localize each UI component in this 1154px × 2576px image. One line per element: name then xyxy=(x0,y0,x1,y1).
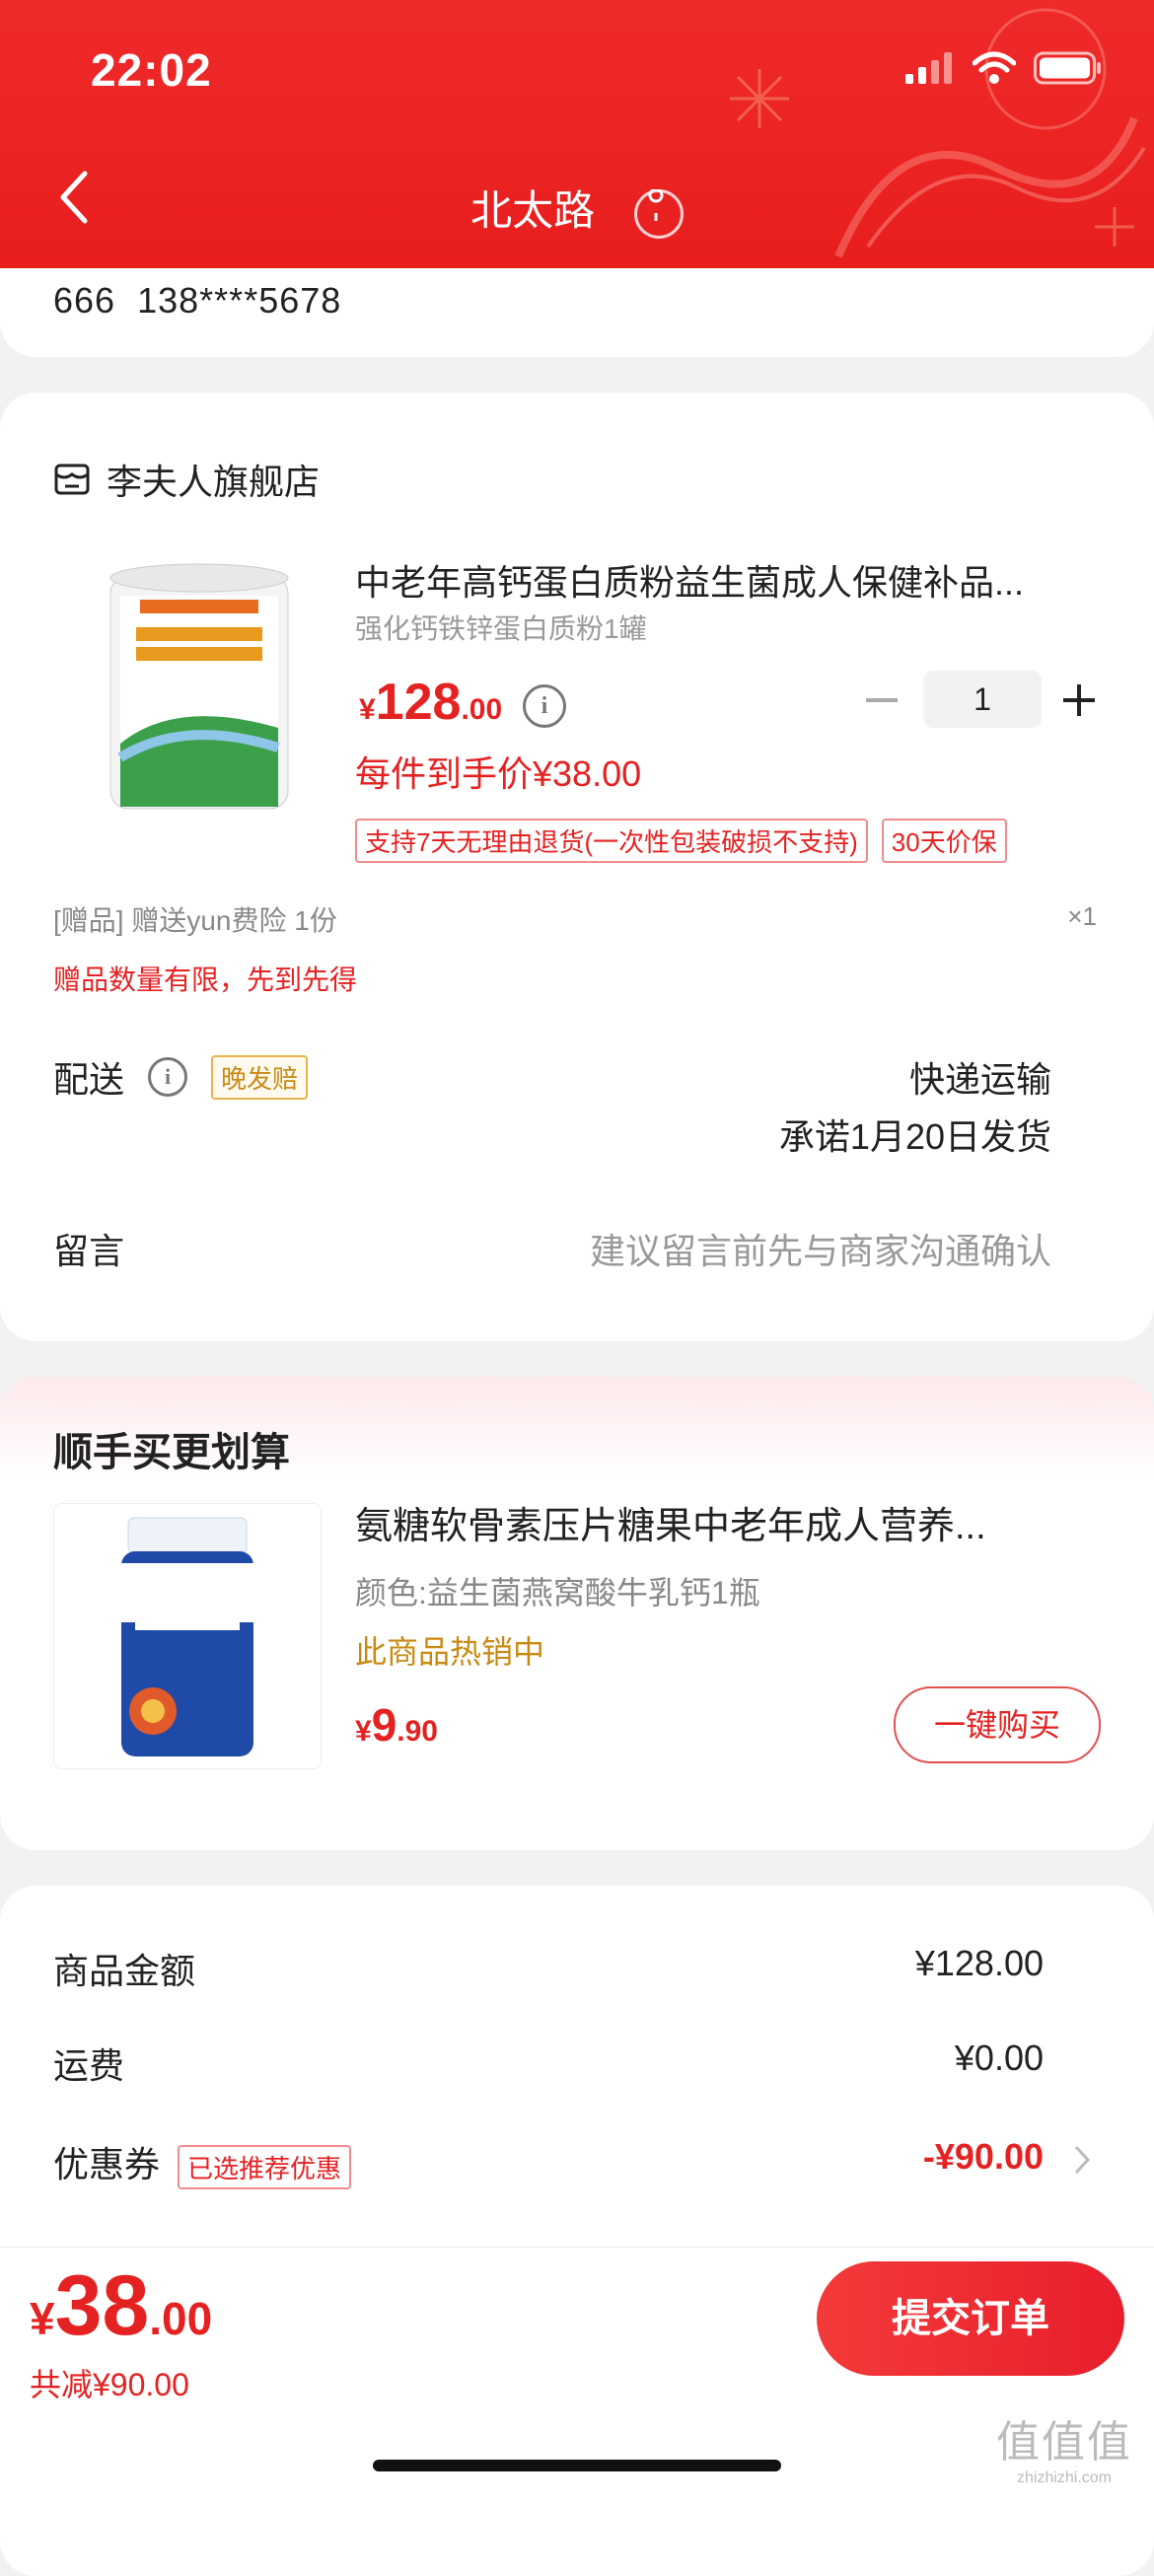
product-spec[interactable]: 强化钙铁锌蛋白质粉1罐 xyxy=(355,608,647,647)
watermark-url: zhizhizhi.com xyxy=(1016,2469,1113,2486)
upsell-product-image[interactable] xyxy=(53,1503,322,1769)
signal-icon xyxy=(905,52,952,84)
shipping-promise: 承诺1月20日发货 xyxy=(778,1116,1051,1157)
upsell-title: 顺手买更划算 xyxy=(53,1431,290,1474)
battery-icon xyxy=(1034,51,1101,85)
address-contact: 666 138****5678 xyxy=(53,280,341,322)
goods-amount-label: 商品金额 xyxy=(53,1951,196,1991)
wifi-icon xyxy=(973,51,1016,84)
coupon-value[interactable]: -¥90.00 xyxy=(923,2136,1044,2178)
shipping-method: 快递运输 xyxy=(908,1059,1051,1100)
upsell-product-spec: 颜色:益生菌燕窝酸牛乳钙1瓶 xyxy=(355,1575,760,1610)
total-saved: 共减¥90.00 xyxy=(30,2367,189,2402)
nav-title: 北太路 xyxy=(0,178,1154,239)
nav-title-text: 北太路 xyxy=(470,187,596,234)
final-unit-price: 每件到手价¥38.00 xyxy=(355,753,642,794)
address-name: 666 xyxy=(53,280,116,321)
chevron-right-icon[interactable] xyxy=(1073,2144,1091,2176)
header: 22:02 北太路 xyxy=(0,0,1154,268)
status-icons xyxy=(905,51,1103,85)
quantity-value[interactable]: 1 xyxy=(923,671,1042,728)
coupon-tag: 已选推荐优惠 xyxy=(178,2144,352,2189)
upsell-price-currency: ¥ xyxy=(355,1715,372,1748)
total-int: 38 xyxy=(54,2258,150,2353)
address-phone: 138****5678 xyxy=(137,280,342,321)
total-price: ¥38.00 xyxy=(30,2257,212,2355)
service-tags: 支持7天无理由退货(一次性包装破损不支持) 30天价保 xyxy=(355,819,1007,863)
quantity-minus-button[interactable] xyxy=(866,698,898,702)
message-label: 留言 xyxy=(53,1231,125,1271)
product-price-currency: ¥ xyxy=(359,693,376,726)
watermark-logo: 值值值 xyxy=(996,2418,1132,2467)
shipping-label: 配送 xyxy=(53,1059,125,1100)
product-price: ¥128.00 xyxy=(359,673,502,732)
home-indicator[interactable] xyxy=(373,2460,781,2471)
order-card: 李夫人旗舰店 中老年高钙蛋白质粉益生菌成人保健补品... 强化钙铁锌蛋白质粉1罐… xyxy=(0,393,1154,1341)
return-policy-tag: 支持7天无理由退货(一次性包装破损不支持) xyxy=(355,819,868,863)
upsell-hot-label: 此商品热销中 xyxy=(355,1634,545,1670)
location-pin-icon[interactable] xyxy=(633,188,684,239)
late-delivery-tag: 晚发赔 xyxy=(211,1054,309,1100)
upsell-product-name[interactable]: 氨糖软骨素压片糖果中老年成人营养... xyxy=(355,1495,1085,1549)
one-click-buy-button[interactable]: 一键购买 xyxy=(894,1686,1101,1763)
shipping-info-icon[interactable]: i xyxy=(148,1057,188,1097)
address-card[interactable]: 666 138****5678 xyxy=(0,268,1154,357)
coupon-row[interactable]: 优惠券 已选推荐优惠 xyxy=(53,2136,352,2189)
coupon-label: 优惠券 xyxy=(53,2144,161,2184)
upsell-price-dec: .90 xyxy=(397,1715,438,1748)
upsell-price: ¥9.90 xyxy=(355,1698,438,1752)
store-icon xyxy=(54,464,90,495)
shop-header[interactable]: 李夫人旗舰店 xyxy=(53,454,320,505)
shipping-row: 配送 i 晚发赔 xyxy=(53,1051,309,1103)
product-title[interactable]: 中老年高钙蛋白质粉益生菌成人保健补品... xyxy=(355,554,1105,606)
price-info-icon[interactable]: i xyxy=(523,684,566,728)
shop-name: 李夫人旗舰店 xyxy=(107,462,321,502)
watermark: 值值值 zhizhizhi.com xyxy=(996,2406,1132,2487)
status-time: 22:02 xyxy=(91,44,212,96)
freight-value: ¥0.00 xyxy=(954,2038,1044,2078)
freight-label: 运费 xyxy=(53,2045,125,2086)
total-dec: .00 xyxy=(149,2293,213,2344)
product-image[interactable] xyxy=(97,560,302,817)
upsell-card: 顺手买更划算 氨糖软骨素压片糖果中老年成人营养... 颜色:益生菌燕窝酸牛乳钙1… xyxy=(0,1377,1154,1850)
gift-quantity: ×1 xyxy=(1067,901,1097,931)
total-currency: ¥ xyxy=(30,2293,55,2344)
submit-order-button[interactable]: 提交订单 xyxy=(817,2261,1124,2376)
product-price-dec: .00 xyxy=(461,693,503,726)
quantity-plus-button[interactable] xyxy=(1063,684,1095,716)
message-input[interactable]: 建议留言前先与商家沟通确认 xyxy=(590,1223,1051,1274)
upsell-price-int: 9 xyxy=(371,1699,397,1751)
product-price-int: 128 xyxy=(375,674,462,731)
price-protect-tag: 30天价保 xyxy=(881,819,1007,863)
gift-note: 赠品数量有限，先到先得 xyxy=(53,965,358,995)
goods-amount-value: ¥128.00 xyxy=(914,1943,1044,1983)
gift-text: [赠品] 赠送yun费险 1份 xyxy=(53,905,337,936)
